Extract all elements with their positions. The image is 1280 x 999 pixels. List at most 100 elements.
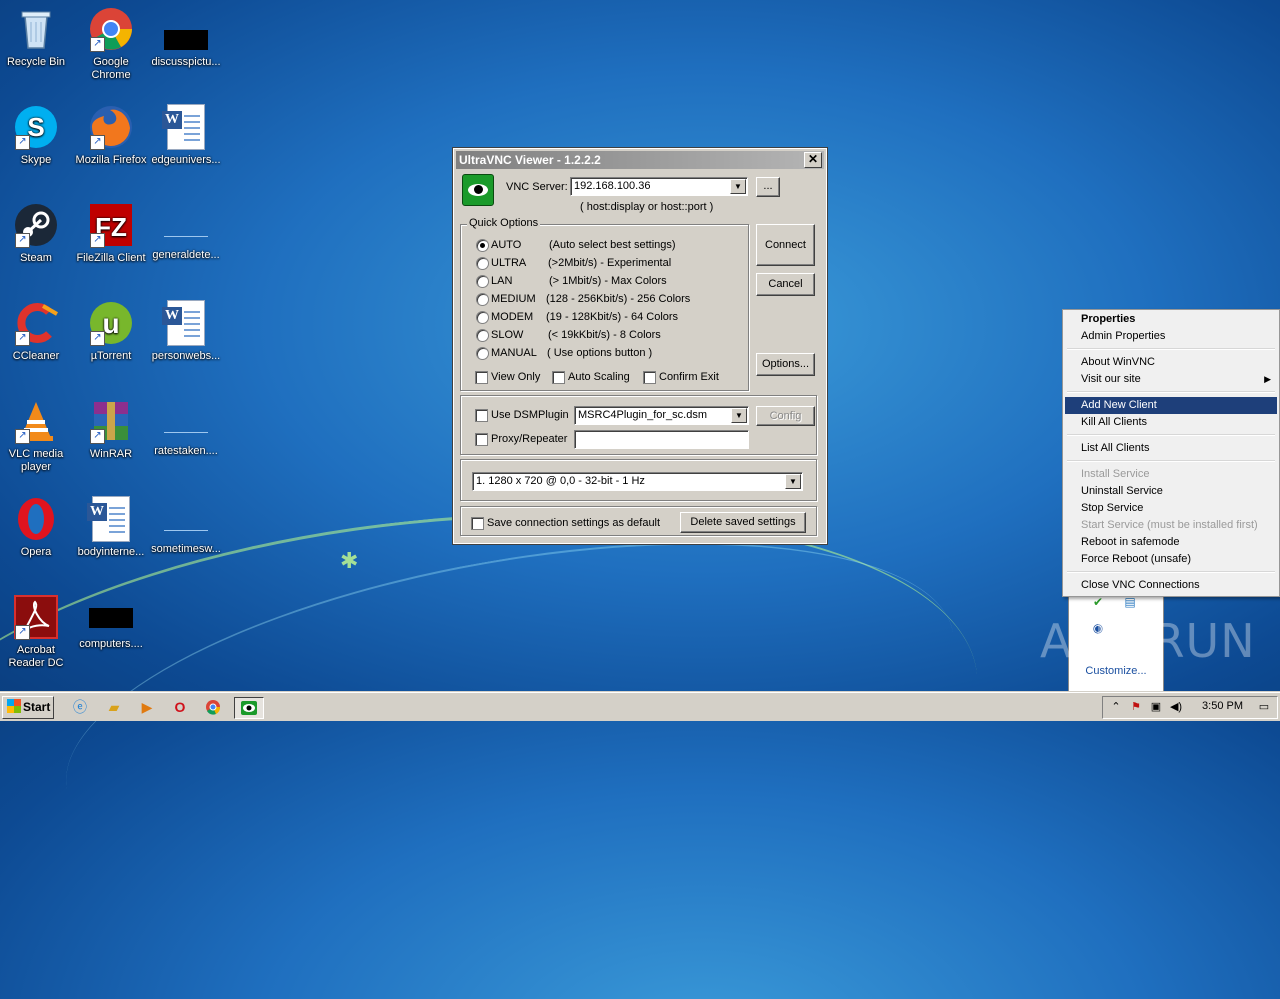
radio-medium[interactable] [476,293,489,306]
option-name: SLOW [491,329,524,341]
windows-logo-icon [7,699,21,713]
menu-item-properties[interactable]: Properties [1065,311,1277,328]
vnc-server-label: VNC Server: [506,181,568,193]
desktop-icon-acrobat[interactable]: ↗ Acrobat Reader DC [0,594,72,670]
menu-separator [1067,571,1275,573]
shortcut-arrow-icon: ↗ [90,135,105,150]
save-settings-checkbox[interactable] [471,517,484,530]
display-combobox[interactable]: 1. 1280 x 720 @ 0,0 - 32-bit - 1 Hz ▼ [472,472,803,491]
desktop-icon-chrome[interactable]: ↗ Google Chrome [75,6,147,82]
ultravnc-icon[interactable] [234,697,264,719]
desktop-icon-personwebs[interactable]: W personwebs... [150,300,222,363]
vnc-server-combobox[interactable]: 192.168.100.36 ▼ [570,177,748,196]
show-hidden-icons-icon[interactable]: ⌃ [1109,700,1123,714]
menu-item-force-reboot[interactable]: Force Reboot (unsafe) [1065,551,1277,568]
shortcut-arrow-icon: ↗ [90,37,105,52]
radio-modem[interactable] [476,311,489,324]
menu-item-stop-service[interactable]: Stop Service [1065,500,1277,517]
desktop-icon-steam[interactable]: ↗ Steam [0,202,72,265]
menu-item-about[interactable]: About WinVNC [1065,354,1277,371]
desktop-icon-winrar[interactable]: ↗ WinRAR [75,398,147,461]
confirm-exit-checkbox[interactable] [643,371,656,384]
option-name: MANUAL [491,347,537,359]
close-button[interactable]: ✕ [804,152,822,168]
proxy-checkbox[interactable] [475,433,488,446]
desktop-icon-recycle-bin[interactable]: Recycle Bin [0,6,72,69]
menu-item-install-service[interactable]: Install Service [1065,466,1277,483]
chrome-icon[interactable] [203,697,223,717]
menu-item-uninstall-service[interactable]: Uninstall Service [1065,483,1277,500]
desktop-icon-label: FileZilla Client [76,252,146,264]
shield-icon[interactable]: ✔ [1091,595,1105,609]
desktop-icon-vlc[interactable]: ↗ VLC media player [0,398,72,474]
desktop-icon-computers[interactable]: computers.... [75,594,147,651]
server-hint: ( host:display or host::port ) [580,201,714,213]
desktop-icon-label: bodyinterne... [77,546,145,558]
opera-icon[interactable]: O [170,697,190,717]
auto-scaling-checkbox[interactable] [552,371,565,384]
config-button[interactable]: Config [756,406,815,426]
file-icon [164,30,208,50]
options-button[interactable]: Options... [756,353,815,376]
server-icon[interactable]: ▤ [1123,595,1137,609]
desktop-icon-firefox[interactable]: ↗ Mozilla Firefox [75,104,147,167]
view-only-checkbox[interactable] [475,371,488,384]
dsm-plugin-combobox[interactable]: MSRC4Plugin_for_sc.dsm ▼ [574,406,749,425]
chevron-down-icon[interactable]: ▼ [731,408,747,423]
menu-item-close-connections[interactable]: Close VNC Connections [1065,577,1277,594]
chevron-down-icon[interactable]: ▼ [785,474,801,489]
ccleaner-icon: ↗ [13,300,59,346]
start-button[interactable]: Start [2,696,54,719]
winrar-icon: ↗ [88,398,134,444]
radio-ultra[interactable] [476,257,489,270]
desktop-icon-label: WinRAR [89,448,133,460]
watermark: ANY RUN [1040,614,1256,668]
radio-slow[interactable] [476,329,489,342]
desktop-icon-ccleaner[interactable]: ↗ CCleaner [0,300,72,363]
menu-item-start-service[interactable]: Start Service (must be installed first) [1065,517,1277,534]
option-name: MEDIUM [491,293,536,305]
explorer-icon[interactable]: ▰ [104,697,124,717]
start-label: Start [23,700,51,714]
desktop-icon-discusspictu[interactable]: discusspictu... [150,6,222,69]
show-desktop-icon[interactable]: ▭ [1257,700,1271,714]
proxy-input[interactable] [574,430,749,449]
connect-button[interactable]: Connect [756,224,815,266]
radio-auto[interactable] [476,239,489,252]
desktop-icon-edgeunivers[interactable]: W edgeunivers... [150,104,222,167]
radio-manual[interactable] [476,347,489,360]
desktop-icon-bodyinterne[interactable]: W bodyinterne... [75,496,147,559]
delete-settings-button[interactable]: Delete saved settings [680,512,806,533]
desktop-icon-utorrent[interactable]: u ↗ µTorrent [75,300,147,363]
radio-lan[interactable] [476,275,489,288]
vnc-server-value: 192.168.100.36 [574,180,651,192]
media-player-icon[interactable]: ▶ [137,697,157,717]
network-icon[interactable]: ▣ [1149,700,1163,714]
menu-item-add-new-client[interactable]: Add New Client [1065,397,1277,414]
use-dsm-checkbox[interactable] [475,409,488,422]
menu-item-list-all-clients[interactable]: List All Clients [1065,440,1277,457]
system-tray: ⌃ ⚑ ▣ ◀) 3:50 PM ▭ [1102,696,1278,719]
menu-item-kill-all-clients[interactable]: Kill All Clients [1065,414,1277,431]
firefox-icon: ↗ [88,104,134,150]
menu-item-reboot-safemode[interactable]: Reboot in safemode [1065,534,1277,551]
volume-icon[interactable]: ◀) [1169,700,1183,714]
desktop-icon-skype[interactable]: S ↗ Skype [0,104,72,167]
action-center-icon[interactable]: ⚑ [1129,700,1143,714]
desktop-icon-ratestaken[interactable]: ratestaken.... [150,398,222,458]
menu-item-visit-site[interactable]: Visit our site ▶ [1065,371,1277,388]
view-only-label: View Only [491,371,541,383]
chevron-down-icon[interactable]: ▼ [730,179,746,194]
desktop-icon-sometimesw[interactable]: sometimesw... [150,496,222,556]
desktop-icon-filezilla[interactable]: FZ ↗ FileZilla Client [75,202,147,265]
ie-icon[interactable]: ⓔ [70,697,90,717]
browse-button[interactable]: ... [756,177,780,197]
menu-item-label: Visit our site [1081,373,1141,385]
recycle-bin-icon [13,6,59,52]
clock[interactable]: 3:50 PM [1202,700,1243,712]
cancel-button[interactable]: Cancel [756,273,815,296]
menu-item-admin-properties[interactable]: Admin Properties [1065,328,1277,345]
dialog-titlebar[interactable]: UltraVNC Viewer - 1.2.2.2 ✕ [456,151,824,169]
desktop-icon-generaldete[interactable]: generaldete... [150,202,222,262]
desktop-icon-opera[interactable]: Opera [0,496,72,559]
